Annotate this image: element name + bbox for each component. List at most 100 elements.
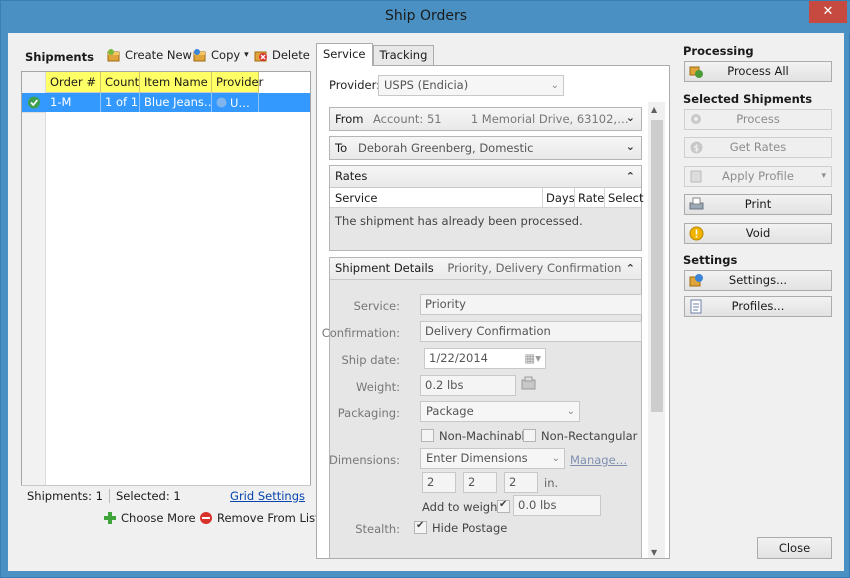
copy-dropdown-arrow-icon[interactable]: ▾ — [244, 50, 249, 60]
column-header-order[interactable]: Order # — [46, 72, 101, 93]
scrollbar-thumb[interactable] — [651, 120, 663, 412]
rates-col-service[interactable]: Service — [335, 191, 378, 205]
row-divider — [22, 112, 46, 113]
confirmation-field[interactable]: Delivery Confirmation — [420, 321, 642, 342]
print-label: Print — [744, 197, 772, 211]
to-section-header[interactable]: To Deborah Greenberg, Domestic ⌄ — [329, 136, 642, 160]
col-divider — [542, 188, 543, 208]
apply-profile-button[interactable]: Apply Profile ▾ — [684, 166, 832, 187]
hide-postage-checkbox[interactable] — [414, 520, 427, 534]
apply-profile-label: Apply Profile — [722, 169, 794, 183]
remove-from-list-button[interactable]: Remove From List — [199, 511, 320, 525]
non-machinable-checkbox[interactable] — [421, 429, 434, 442]
column-header-count[interactable]: Count — [101, 72, 140, 93]
provider-select[interactable]: USPS (Endicia) ⌄ — [378, 75, 564, 96]
delete-label: Delete — [272, 48, 310, 62]
scale-icon[interactable] — [521, 376, 537, 395]
selected-shipments-heading: Selected Shipments — [683, 92, 813, 106]
close-button[interactable]: Close — [757, 537, 832, 559]
window-close-button[interactable]: ✕ — [809, 1, 847, 23]
tab-tracking[interactable]: Tracking — [372, 45, 435, 65]
shipment-details-label: Shipment Details — [335, 261, 434, 275]
column-header-provider[interactable]: Provider — [212, 72, 263, 93]
process-gear-icon — [689, 112, 704, 127]
svg-text:$: $ — [694, 144, 700, 154]
dimension-width-field[interactable]: 2 — [463, 472, 497, 493]
process-label: Process — [736, 112, 780, 126]
box-copy-icon — [193, 48, 207, 62]
rates-col-days[interactable]: Days — [546, 191, 575, 205]
rates-col-select[interactable]: Select — [608, 191, 643, 205]
dimension-height-field[interactable]: 2 — [504, 472, 538, 493]
column-header-item-name[interactable]: Item Name — [140, 72, 212, 93]
from-section-header[interactable]: From Account: 51 1 Memorial Drive, 63102… — [329, 107, 642, 131]
scroll-down-icon[interactable]: ▼ — [651, 548, 657, 557]
table-row[interactable]: 1-M 1 of 1 Blue Jeans… U… — [46, 93, 310, 112]
rates-col-rate[interactable]: Rate — [578, 191, 604, 205]
copy-button[interactable]: Copy ▾ — [193, 48, 249, 62]
choose-more-button[interactable]: Choose More — [103, 511, 196, 525]
rates-message: The shipment has already been processed. — [335, 214, 583, 228]
create-new-button[interactable]: Create New — [107, 48, 192, 62]
grid-settings-link[interactable]: Grid Settings — [230, 489, 305, 503]
service-label: Service: — [353, 299, 400, 313]
add-weight-field[interactable]: 0.0 lbs — [513, 495, 601, 516]
get-rates-button[interactable]: $ Get Rates — [684, 137, 832, 158]
process-button[interactable]: Process — [684, 109, 832, 130]
apply-profile-dropdown-icon[interactable]: ▾ — [821, 167, 826, 186]
grid-header: Order # Count Item Name Provider — [46, 72, 263, 93]
settings-button[interactable]: Settings... — [684, 270, 832, 291]
settings-heading: Settings — [683, 253, 738, 267]
ship-date-value: 1/22/2014 — [429, 351, 488, 365]
dimension-length-field[interactable]: 2 — [422, 472, 456, 493]
get-rates-label: Get Rates — [729, 140, 787, 154]
plus-icon — [103, 511, 117, 525]
delete-button[interactable]: Delete — [254, 48, 310, 62]
rates-label: Rates — [335, 169, 368, 183]
ship-date-field[interactable]: 1/22/2014 ▦▾ — [424, 348, 546, 369]
collapse-chevron-icon[interactable]: ⌃ — [626, 166, 635, 187]
stealth-label: Stealth: — [355, 522, 400, 536]
weight-field[interactable]: 0.2 lbs — [420, 375, 516, 396]
packaging-label: Packaging: — [337, 406, 400, 420]
manage-dimensions-link[interactable]: Manage… — [570, 453, 627, 467]
rates-header[interactable]: Rates ⌃ — [330, 166, 641, 188]
provider-value: USPS (Endicia) — [384, 78, 469, 92]
vertical-scrollbar[interactable]: ▲ ▼ — [648, 102, 665, 558]
shipments-heading: Shipments — [25, 50, 94, 64]
selected-count: Selected: 1 — [116, 488, 181, 503]
shipment-details-summary: Priority, Delivery Confirmation — [447, 261, 622, 275]
non-rectangular-checkbox[interactable] — [523, 429, 536, 442]
document-icon — [689, 299, 704, 314]
process-all-label: Process All — [727, 64, 789, 78]
from-value: Account: 51 1 Memorial Drive, 63102,… — [373, 112, 629, 126]
collapse-chevron-icon[interactable]: ⌃ — [626, 258, 635, 279]
calendar-icon[interactable]: ▦▾ — [524, 349, 541, 368]
void-button[interactable]: Void — [684, 223, 832, 244]
ship-orders-window: Ship Orders ✕ Shipments Create New Copy … — [0, 0, 850, 578]
cell-item-name: Blue Jeans… — [140, 93, 212, 112]
dimensions-select[interactable]: Enter Dimensions ⌄ — [420, 448, 565, 469]
chevron-down-icon: ⌄ — [550, 80, 559, 91]
add-to-weight-checkbox[interactable] — [497, 499, 510, 513]
shipments-grid[interactable]: Order # Count Item Name Provider 1-M 1 o… — [21, 71, 311, 505]
tab-service[interactable]: Service — [316, 43, 373, 66]
cell-count: 1 of 1 — [101, 93, 140, 112]
expand-chevron-icon[interactable]: ⌄ — [626, 111, 635, 124]
weight-label: Weight: — [356, 380, 400, 394]
service-field[interactable]: Priority — [420, 294, 642, 315]
dimension-unit: in. — [544, 476, 559, 490]
shipment-details-header[interactable]: Shipment Details Priority, Delivery Conf… — [330, 258, 641, 280]
scroll-up-icon[interactable]: ▲ — [651, 105, 657, 114]
printer-icon — [689, 197, 704, 212]
chevron-down-icon: ⌄ — [566, 406, 575, 417]
profiles-button[interactable]: Profiles... — [684, 296, 832, 317]
process-all-button[interactable]: Process All — [684, 61, 832, 82]
remove-icon — [199, 511, 213, 525]
print-button[interactable]: Print — [684, 194, 832, 215]
packaging-select[interactable]: Package ⌄ — [420, 401, 580, 422]
settings-label: Settings... — [728, 273, 788, 287]
confirmation-label: Confirmation: — [321, 326, 400, 340]
create-new-label: Create New — [125, 48, 192, 62]
expand-chevron-icon[interactable]: ⌄ — [626, 140, 635, 153]
